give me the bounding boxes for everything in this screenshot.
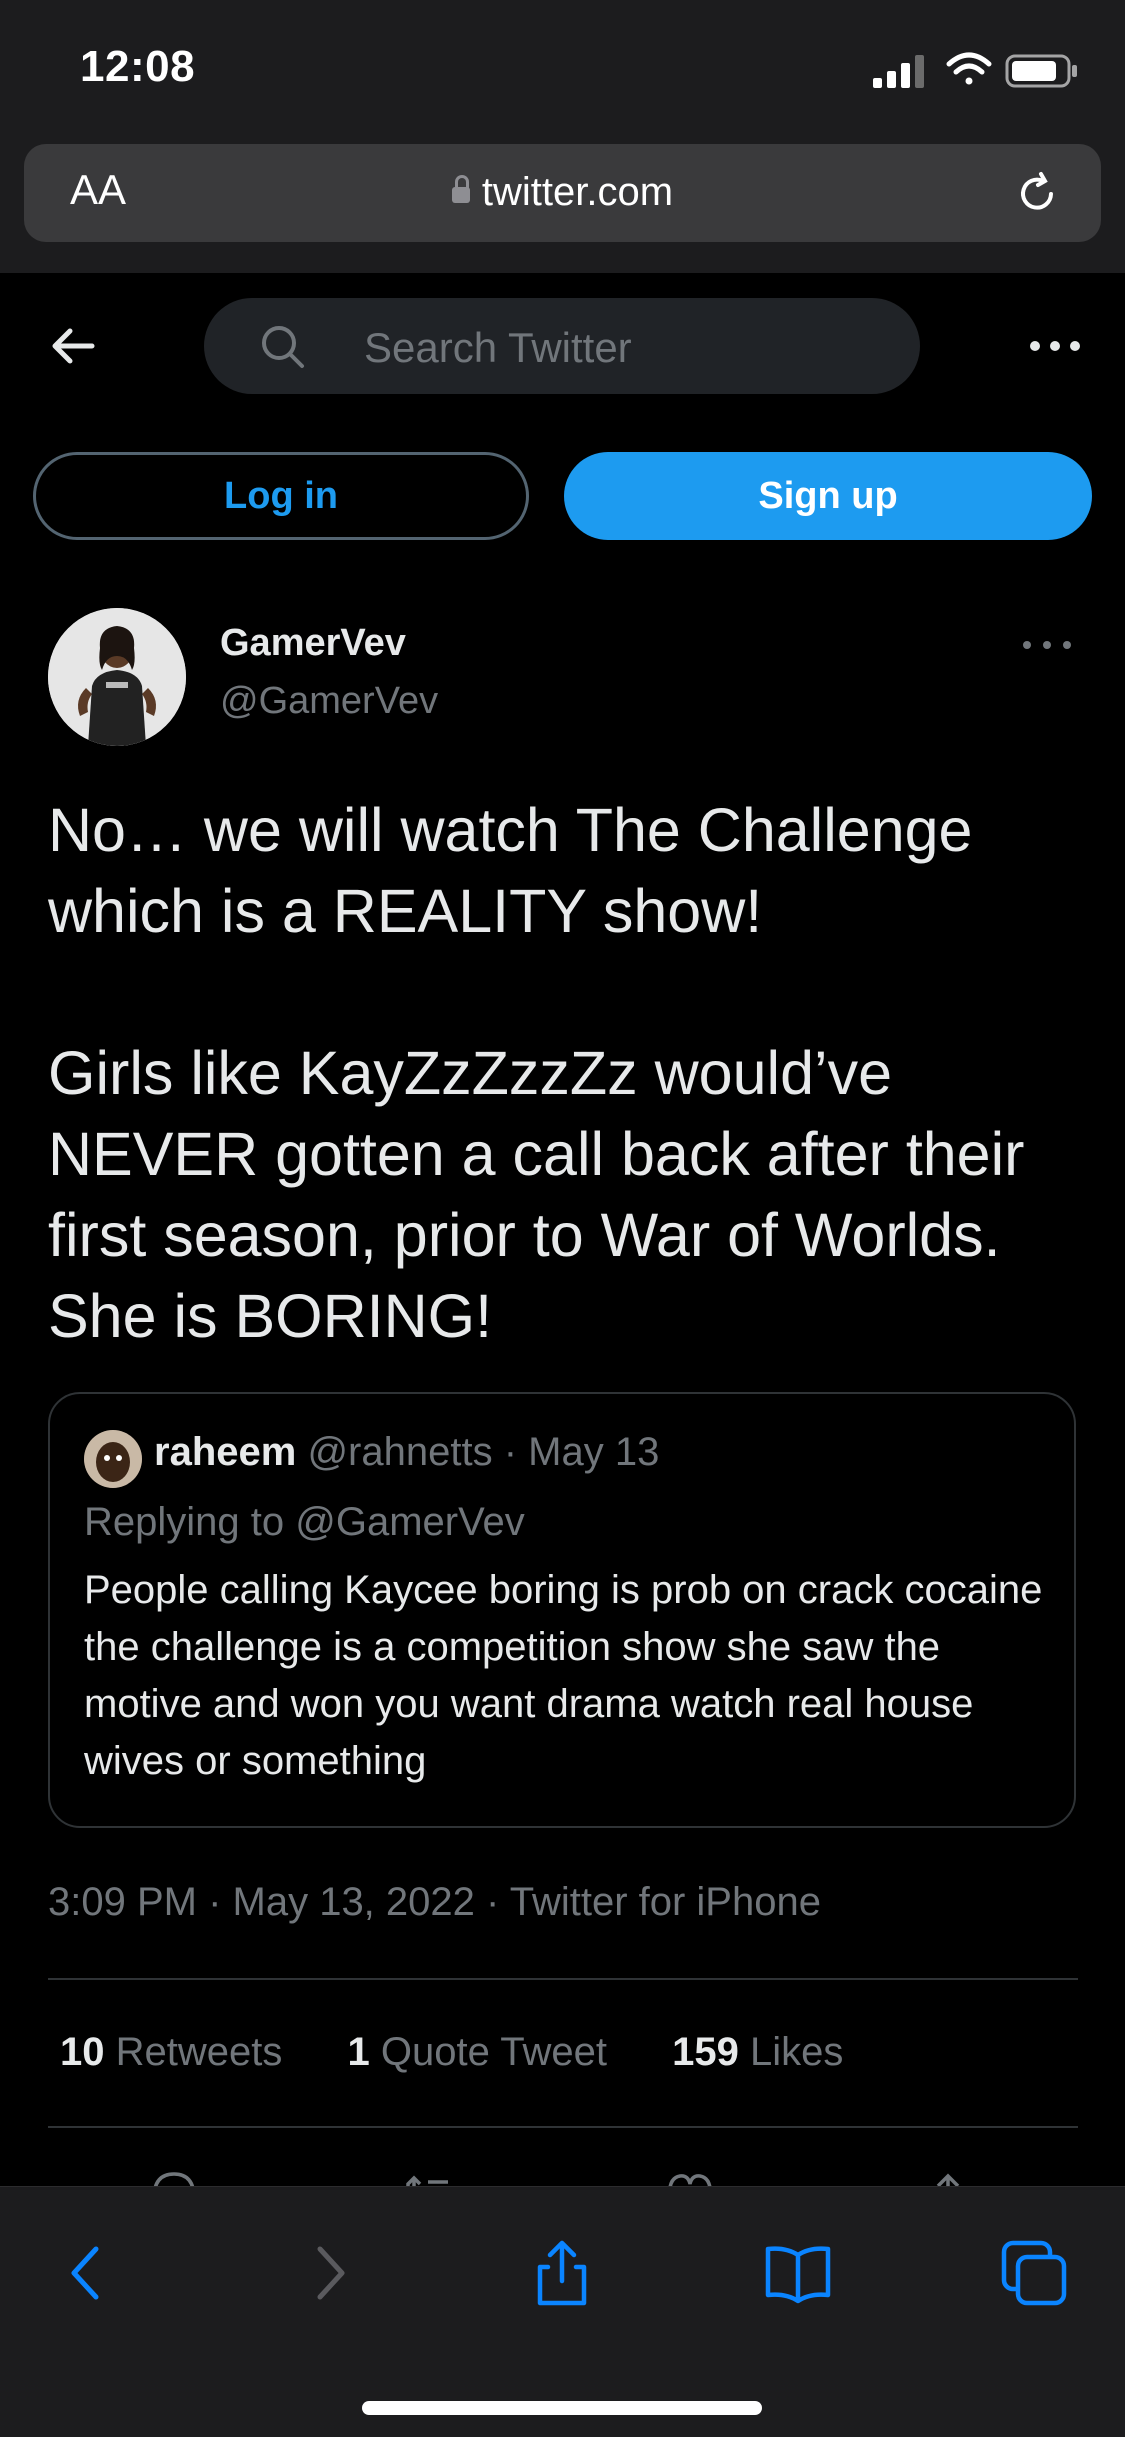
author-display-name[interactable]: GamerVev [220, 622, 406, 665]
lock-icon [451, 175, 470, 203]
quotes-count: 1 [347, 2030, 370, 2074]
tweet-meta: 3:09 PM · May 13, 2022 · Twitter for iPh… [48, 1880, 821, 1924]
share-icon[interactable] [526, 2237, 598, 2309]
more-options-icon[interactable] [1025, 326, 1085, 366]
quoted-tweet[interactable]: raheem @rahnetts · May 13 Replying to @G… [48, 1392, 1076, 1828]
divider [48, 1978, 1078, 1980]
battery-icon [1005, 54, 1077, 88]
quoted-author-avatar [84, 1430, 142, 1488]
divider [48, 2126, 1078, 2128]
browser-top-bar: 12:08 AA twitter.com [0, 0, 1125, 273]
chevron-right-icon [317, 2246, 345, 2300]
tweet-more-icon[interactable] [1017, 630, 1077, 660]
retweets-count: 10 [60, 2030, 105, 2074]
chevron-left-icon[interactable] [52, 2237, 124, 2309]
quoted-avatar-image [84, 1430, 142, 1488]
quotes-label: Quote Tweet [380, 2030, 607, 2074]
wifi-icon [946, 52, 992, 85]
quoted-text: People calling Kaycee boring is prob on … [84, 1568, 1043, 1783]
tabs-icon[interactable] [998, 2237, 1070, 2309]
status-icons [873, 52, 1077, 88]
quoted-date: May 13 [528, 1430, 660, 1474]
signal-icon [873, 55, 924, 88]
likes-label: Likes [749, 2030, 844, 2074]
quoted-replying-to: Replying to @GamerVev [84, 1500, 525, 1544]
retweets-label: Retweets [115, 2030, 283, 2074]
likes-stat[interactable]: 159 Likes [672, 2030, 843, 2074]
signup-button[interactable]: Sign up [564, 452, 1092, 540]
quoted-separator: · [503, 1430, 518, 1474]
reload-icon[interactable] [1013, 170, 1061, 218]
tweet-text: No… we will watch The Challenge which is… [48, 796, 1025, 1350]
url-text: twitter.com [481, 170, 674, 214]
quoted-display-name: raheem [154, 1430, 297, 1474]
browser-bottom-bar [0, 2186, 1125, 2437]
back-arrow-icon[interactable] [48, 320, 100, 372]
home-indicator [362, 2401, 762, 2415]
likes-count: 159 [672, 2030, 739, 2074]
url-display[interactable]: twitter.com [24, 170, 1101, 215]
search-input[interactable]: Search Twitter [204, 298, 920, 394]
book-icon[interactable] [762, 2237, 834, 2309]
address-bar[interactable]: AA twitter.com [24, 144, 1101, 242]
retweets-stat[interactable]: 10 Retweets [60, 2030, 282, 2074]
status-time: 12:08 [80, 42, 196, 91]
quoted-handle: @rahnetts [307, 1430, 493, 1474]
quoted-header: raheem @rahnetts · May 13 [154, 1430, 659, 1475]
author-avatar[interactable] [48, 608, 186, 746]
author-handle[interactable]: @GamerVev [220, 680, 438, 723]
search-icon [262, 326, 304, 368]
quotes-stat[interactable]: 1 Quote Tweet [348, 2030, 607, 2074]
tweet-stats: 10 Retweets 1 Quote Tweet 159 Likes [60, 2030, 897, 2075]
search-placeholder: Search Twitter [364, 324, 632, 371]
avatar-image [48, 608, 186, 746]
login-button[interactable]: Log in [33, 452, 529, 540]
